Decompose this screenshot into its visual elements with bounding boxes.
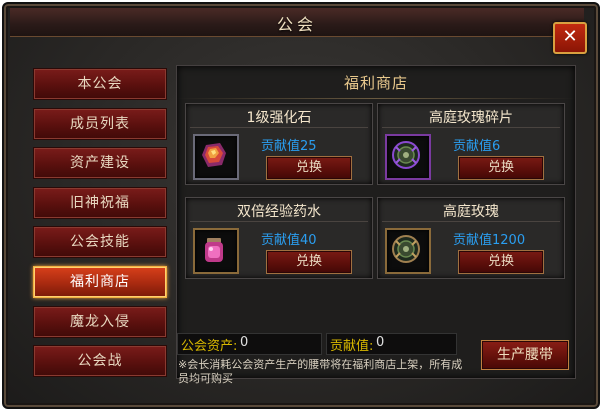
- item-cost: 贡献值40: [261, 233, 317, 248]
- sidebar-item-members[interactable]: 成员列表: [33, 107, 167, 140]
- shop-item-card: 高庭玫瑰碎片 贡献值6 兑换: [377, 103, 565, 185]
- contribution-label: 贡献值:: [330, 339, 374, 354]
- shop-panel: 福利商店 1级强化石 贡献值25 兑换 高庭玫瑰碎片 贡献值6 兑换 双倍经验药…: [176, 65, 576, 379]
- sidebar-item-shop[interactable]: 福利商店: [33, 265, 167, 298]
- sidebar-item-guild[interactable]: 本公会: [33, 68, 167, 100]
- shop-item-card: 双倍经验药水 贡献值40 兑换: [185, 197, 373, 279]
- exchange-button[interactable]: 兑换: [266, 156, 352, 180]
- exchange-button[interactable]: 兑换: [266, 250, 352, 274]
- exchange-button[interactable]: 兑换: [458, 156, 544, 180]
- shop-item-card: 1级强化石 贡献值25 兑换: [185, 103, 373, 185]
- guild-assets-display: 公会资产: 0: [177, 333, 322, 355]
- title-bar: 公会: [10, 8, 584, 37]
- divider: [382, 221, 560, 222]
- window-title: 公会: [276, 15, 317, 34]
- contribution-display: 贡献值: 0: [326, 333, 457, 355]
- sidebar-item-skills[interactable]: 公会技能: [33, 226, 167, 259]
- item-name: 1级强化石: [246, 110, 312, 126]
- sidebar-item-assets[interactable]: 资产建设: [33, 147, 167, 180]
- rose-fragment-icon[interactable]: [385, 134, 431, 180]
- divider: [177, 98, 575, 99]
- exp-potion-icon[interactable]: [193, 228, 239, 274]
- sidebar: 本公会 成员列表 资产建设 旧神祝福 公会技能 福利商店 魔龙入侵 公会战: [33, 68, 167, 385]
- guild-assets-label: 公会资产:: [181, 339, 238, 354]
- contribution-value: 0: [376, 335, 385, 350]
- item-name: 双倍经验药水: [237, 204, 321, 220]
- enhancement-stone-icon[interactable]: [193, 134, 239, 180]
- item-cost: 贡献值25: [261, 139, 317, 154]
- divider: [382, 127, 560, 128]
- exchange-button[interactable]: 兑换: [458, 250, 544, 274]
- sidebar-item-guild-war[interactable]: 公会战: [33, 345, 167, 378]
- panel-title: 福利商店: [343, 74, 408, 92]
- close-button[interactable]: ✕: [553, 22, 587, 54]
- guild-assets-value: 0: [240, 335, 249, 350]
- shop-item-card: 高庭玫瑰 贡献值1200 兑换: [377, 197, 565, 279]
- divider: [190, 127, 368, 128]
- divider: [190, 221, 368, 222]
- produce-belt-button[interactable]: 生产腰带: [481, 340, 569, 370]
- item-cost: 贡献值1200: [453, 233, 526, 248]
- item-cost: 贡献值6: [453, 139, 501, 154]
- item-name: 高庭玫瑰碎片: [429, 110, 513, 126]
- item-name: 高庭玫瑰: [443, 204, 499, 220]
- shop-note: ※会长消耗公会资产生产的腰带将在福利商店上架，所有成员均可购买: [178, 358, 463, 385]
- rose-icon[interactable]: [385, 228, 431, 274]
- sidebar-item-blessing[interactable]: 旧神祝福: [33, 186, 167, 219]
- sidebar-item-dragon-invasion[interactable]: 魔龙入侵: [33, 305, 167, 338]
